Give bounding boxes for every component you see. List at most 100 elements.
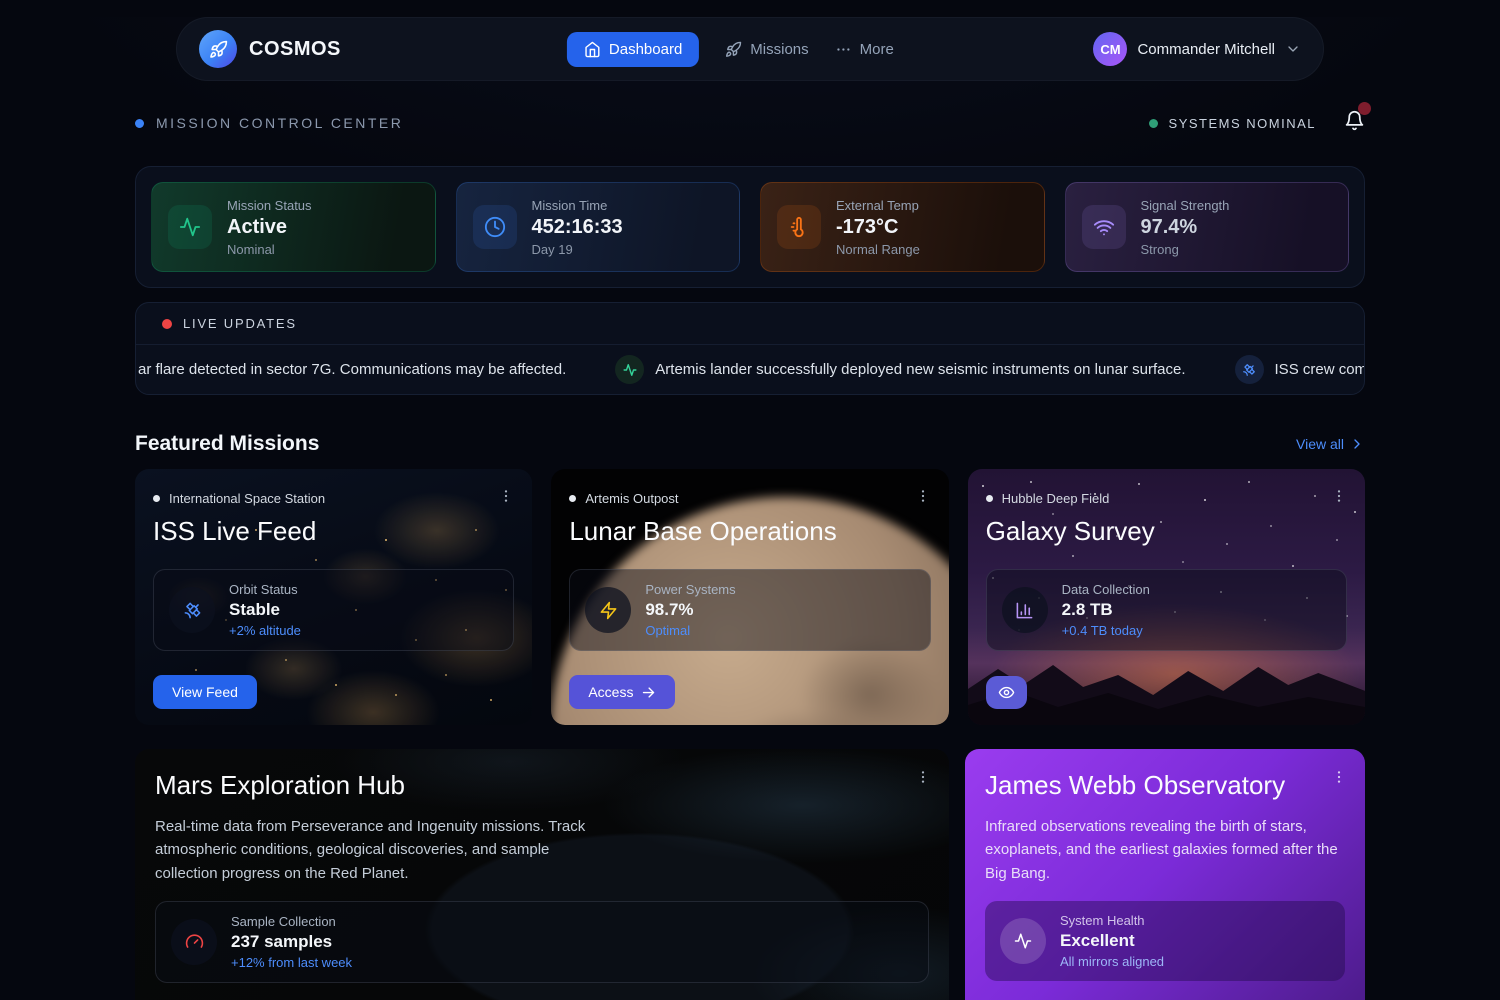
- ticker-text: Artemis lander successfully deployed new…: [655, 361, 1185, 378]
- stat-value: -173°C: [836, 216, 920, 239]
- nav-tab-label: Dashboard: [609, 41, 682, 58]
- kebab-menu-icon[interactable]: [915, 769, 931, 790]
- access-button[interactable]: Access: [569, 675, 675, 709]
- rocket-logo-icon: [199, 30, 237, 68]
- stat-label: Signal Strength: [1141, 198, 1230, 213]
- stat-label: Mission Time: [532, 198, 623, 213]
- stat-card-mission-time: Mission Time 452:16:33 Day 19: [456, 182, 741, 272]
- mission-title: Lunar Base Operations: [569, 516, 930, 547]
- stat-delta: +12% from last week: [231, 955, 352, 970]
- user-menu[interactable]: CM Commander Mitchell: [1093, 32, 1301, 66]
- stat-value: Stable: [229, 600, 301, 620]
- gauge-icon: [171, 919, 217, 965]
- card-title: James Webb Observatory: [985, 770, 1345, 801]
- section-title: Featured Missions: [135, 432, 319, 456]
- notifications-button[interactable]: [1344, 110, 1365, 136]
- page-title-group: MISSION CONTROL CENTER: [135, 115, 403, 131]
- featured-missions-row: International Space Station ISS Live Fee…: [135, 469, 1365, 725]
- stat-value: 2.8 TB: [1062, 600, 1150, 620]
- home-icon: [584, 41, 601, 58]
- stats-panel: Mission Status Active Nominal Mission Ti…: [135, 166, 1365, 288]
- stat-value: 98.7%: [645, 600, 735, 620]
- brand[interactable]: COSMOS: [199, 30, 341, 68]
- activity-icon: [168, 205, 212, 249]
- stat-value: 237 samples: [231, 932, 352, 952]
- stat-label: External Temp: [836, 198, 920, 213]
- view-all-link[interactable]: View all: [1296, 436, 1365, 452]
- button-label: View Feed: [172, 684, 238, 700]
- card-title: Mars Exploration Hub: [155, 770, 929, 801]
- nav-links: Dashboard Missions More: [567, 18, 894, 80]
- mission-stat-panel: Orbit Status Stable +2% altitude: [153, 569, 514, 651]
- james-webb-card[interactable]: James Webb Observatory Infrared observat…: [965, 749, 1365, 1000]
- green-dot: [1149, 119, 1158, 128]
- mission-stat-panel: Data Collection 2.8 TB +0.4 TB today: [986, 569, 1347, 651]
- mars-exploration-card[interactable]: Mars Exploration Hub Real-time data from…: [135, 749, 949, 1000]
- stat-delta: Optimal: [645, 623, 735, 638]
- nav-tab-more[interactable]: More: [835, 41, 894, 58]
- tag-dot: [569, 495, 576, 502]
- view-galaxy-eye-button[interactable]: [986, 676, 1027, 709]
- chevron-down-icon: [1285, 41, 1301, 57]
- stat-label: Sample Collection: [231, 914, 352, 929]
- clock-icon: [473, 205, 517, 249]
- mission-title: ISS Live Feed: [153, 516, 514, 547]
- nav-tab-label: Missions: [750, 41, 808, 58]
- systems-status-label: SYSTEMS NOMINAL: [1169, 116, 1316, 131]
- stat-label: System Health: [1060, 913, 1164, 928]
- kebab-menu-icon[interactable]: [498, 488, 514, 509]
- user-name: Commander Mitchell: [1137, 41, 1275, 58]
- view-all-label: View all: [1296, 436, 1344, 452]
- stat-value: 452:16:33: [532, 216, 623, 239]
- mission-title: Galaxy Survey: [986, 516, 1347, 547]
- jwst-stat-panel: System Health Excellent All mirrors alig…: [985, 901, 1345, 981]
- tag-dot: [153, 495, 160, 502]
- bottom-row: Mars Exploration Hub Real-time data from…: [135, 749, 1365, 1000]
- stat-value: Excellent: [1060, 931, 1164, 951]
- mission-card-galaxy[interactable]: Hubble Deep Field Galaxy Survey Data Col…: [968, 469, 1365, 725]
- page-title: MISSION CONTROL CENTER: [156, 115, 403, 131]
- live-updates-title: LIVE UPDATES: [183, 316, 297, 331]
- stat-delta: +2% altitude: [229, 623, 301, 638]
- stat-delta: +0.4 TB today: [1062, 623, 1150, 638]
- stat-sub: Day 19: [532, 242, 623, 257]
- live-updates-header: LIVE UPDATES: [136, 303, 1364, 345]
- nav-tab-missions[interactable]: Missions: [725, 41, 808, 58]
- ticker-item: Artemis lander successfully deployed new…: [615, 355, 1185, 384]
- bar-chart-icon: [1002, 587, 1048, 633]
- featured-missions-header: Featured Missions View all: [135, 432, 1365, 456]
- ticker-item: ISS crew completes critical E: [1235, 355, 1364, 384]
- live-updates-panel: LIVE UPDATES ar flare detected in sector…: [135, 302, 1365, 395]
- nav-tab-label: More: [860, 41, 894, 58]
- avatar: CM: [1093, 32, 1127, 66]
- notification-badge: [1358, 102, 1371, 115]
- stat-value: 97.4%: [1141, 216, 1230, 239]
- stat-card-signal-strength: Signal Strength 97.4% Strong: [1065, 182, 1350, 272]
- satellite-icon: [169, 587, 215, 633]
- stat-label: Orbit Status: [229, 582, 301, 597]
- zap-icon: [585, 587, 631, 633]
- stat-label: Data Collection: [1062, 582, 1150, 597]
- brand-name: COSMOS: [249, 38, 341, 61]
- nav-tab-dashboard[interactable]: Dashboard: [567, 32, 699, 67]
- wifi-icon: [1082, 205, 1126, 249]
- ticker-text: ISS crew completes critical E: [1275, 361, 1364, 378]
- stat-sub: Strong: [1141, 242, 1230, 257]
- stat-label: Power Systems: [645, 582, 735, 597]
- mission-card-lunar[interactable]: Artemis Outpost Lunar Base Operations Po…: [551, 469, 948, 725]
- card-description: Infrared observations revealing the birt…: [985, 815, 1345, 885]
- mission-tag: International Space Station: [169, 491, 325, 506]
- kebab-menu-icon[interactable]: [1331, 769, 1347, 790]
- kebab-menu-icon[interactable]: [1331, 488, 1347, 509]
- kebab-menu-icon[interactable]: [915, 488, 931, 509]
- mission-card-iss[interactable]: International Space Station ISS Live Fee…: [135, 469, 532, 725]
- live-dot: [162, 319, 172, 329]
- stat-delta: All mirrors aligned: [1060, 954, 1164, 969]
- view-feed-button[interactable]: View Feed: [153, 675, 257, 709]
- ellipsis-icon: [835, 41, 852, 58]
- mars-stat-panel: Sample Collection 237 samples +12% from …: [155, 901, 929, 983]
- status-row: MISSION CONTROL CENTER SYSTEMS NOMINAL: [135, 110, 1365, 136]
- stat-sub: Normal Range: [836, 242, 920, 257]
- eye-icon: [998, 684, 1015, 701]
- rocket-icon: [725, 41, 742, 58]
